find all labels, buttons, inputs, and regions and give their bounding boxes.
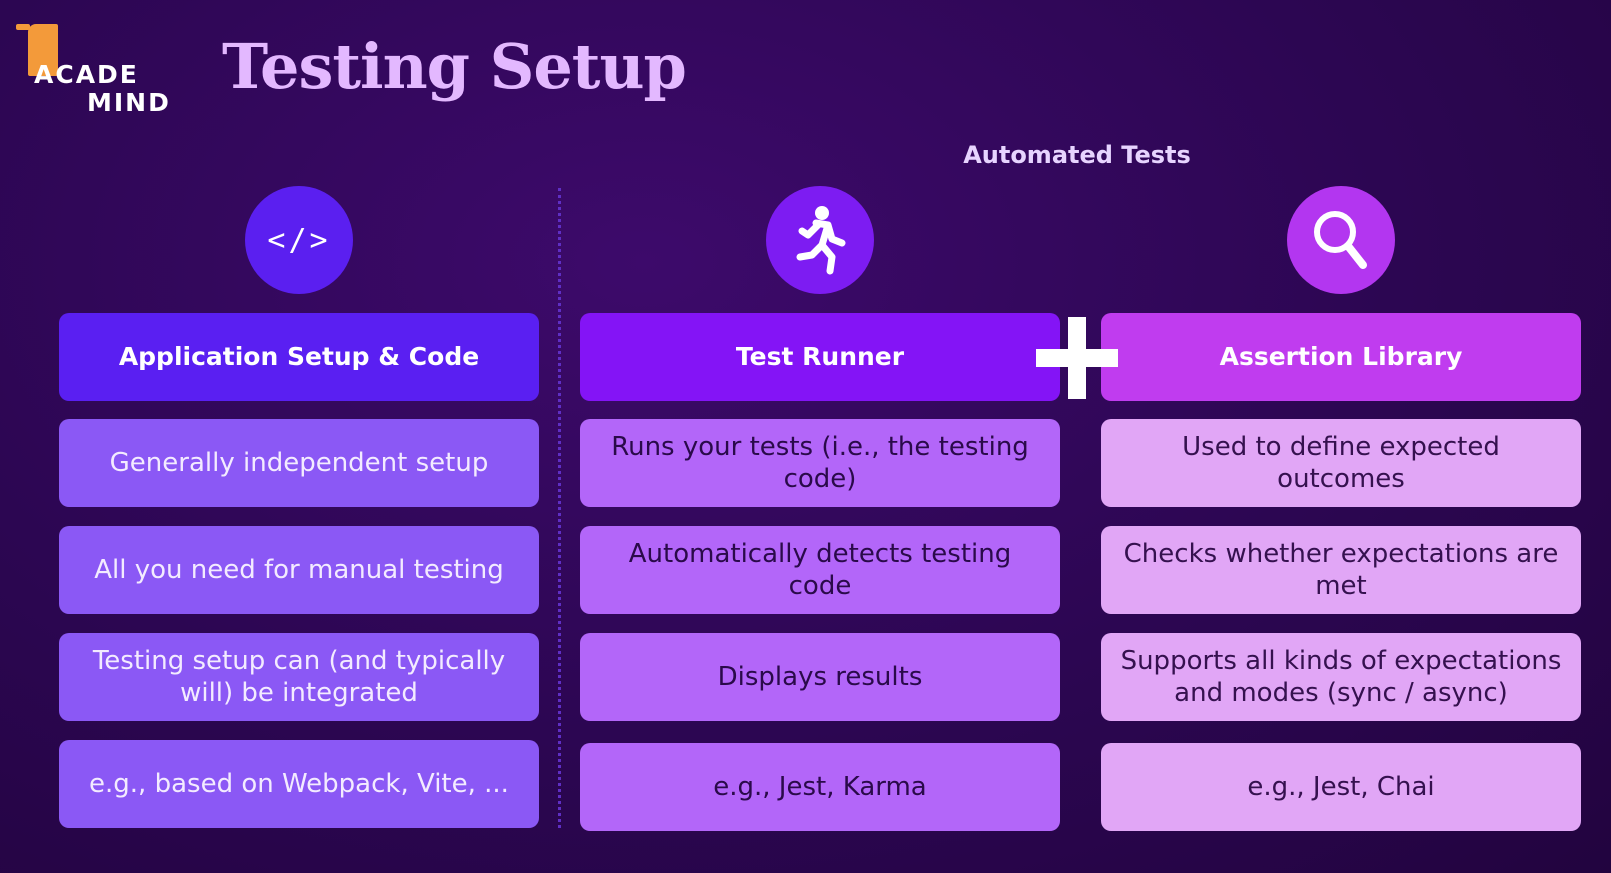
plus-icon (1036, 317, 1118, 399)
logo-line-1: ACADE (34, 60, 139, 89)
header-assertion-library: Assertion Library (1101, 313, 1581, 401)
list-item: All you need for manual testing (59, 526, 539, 614)
list-item: e.g., Jest, Karma (580, 743, 1060, 831)
list-item: Automatically detects testing code (580, 526, 1060, 614)
list-item: Used to define expected outcomes (1101, 419, 1581, 507)
list-item: e.g., based on Webpack, Vite, ... (59, 740, 539, 828)
list-item: e.g., Jest, Chai (1101, 743, 1581, 831)
academind-logo: ACADE MIND (16, 22, 176, 118)
code-icon-glyph: </> (267, 222, 331, 258)
column-divider (558, 188, 561, 828)
header-application-setup: Application Setup & Code (59, 313, 539, 401)
magnifier-icon (1287, 186, 1395, 294)
list-item: Displays results (580, 633, 1060, 721)
automated-tests-label: Automated Tests (963, 141, 1191, 169)
list-item: Supports all kinds of expectations and m… (1101, 633, 1581, 721)
logo-line-2: MIND (87, 88, 171, 117)
list-item: Testing setup can (and typically will) b… (59, 633, 539, 721)
list-item: Generally independent setup (59, 419, 539, 507)
list-item: Runs your tests (i.e., the testing code) (580, 419, 1060, 507)
header-test-runner: Test Runner (580, 313, 1060, 401)
page-title: Testing Setup (222, 30, 687, 103)
code-icon: </> (245, 186, 353, 294)
running-person-icon (766, 186, 874, 294)
list-item: Checks whether expectations are met (1101, 526, 1581, 614)
